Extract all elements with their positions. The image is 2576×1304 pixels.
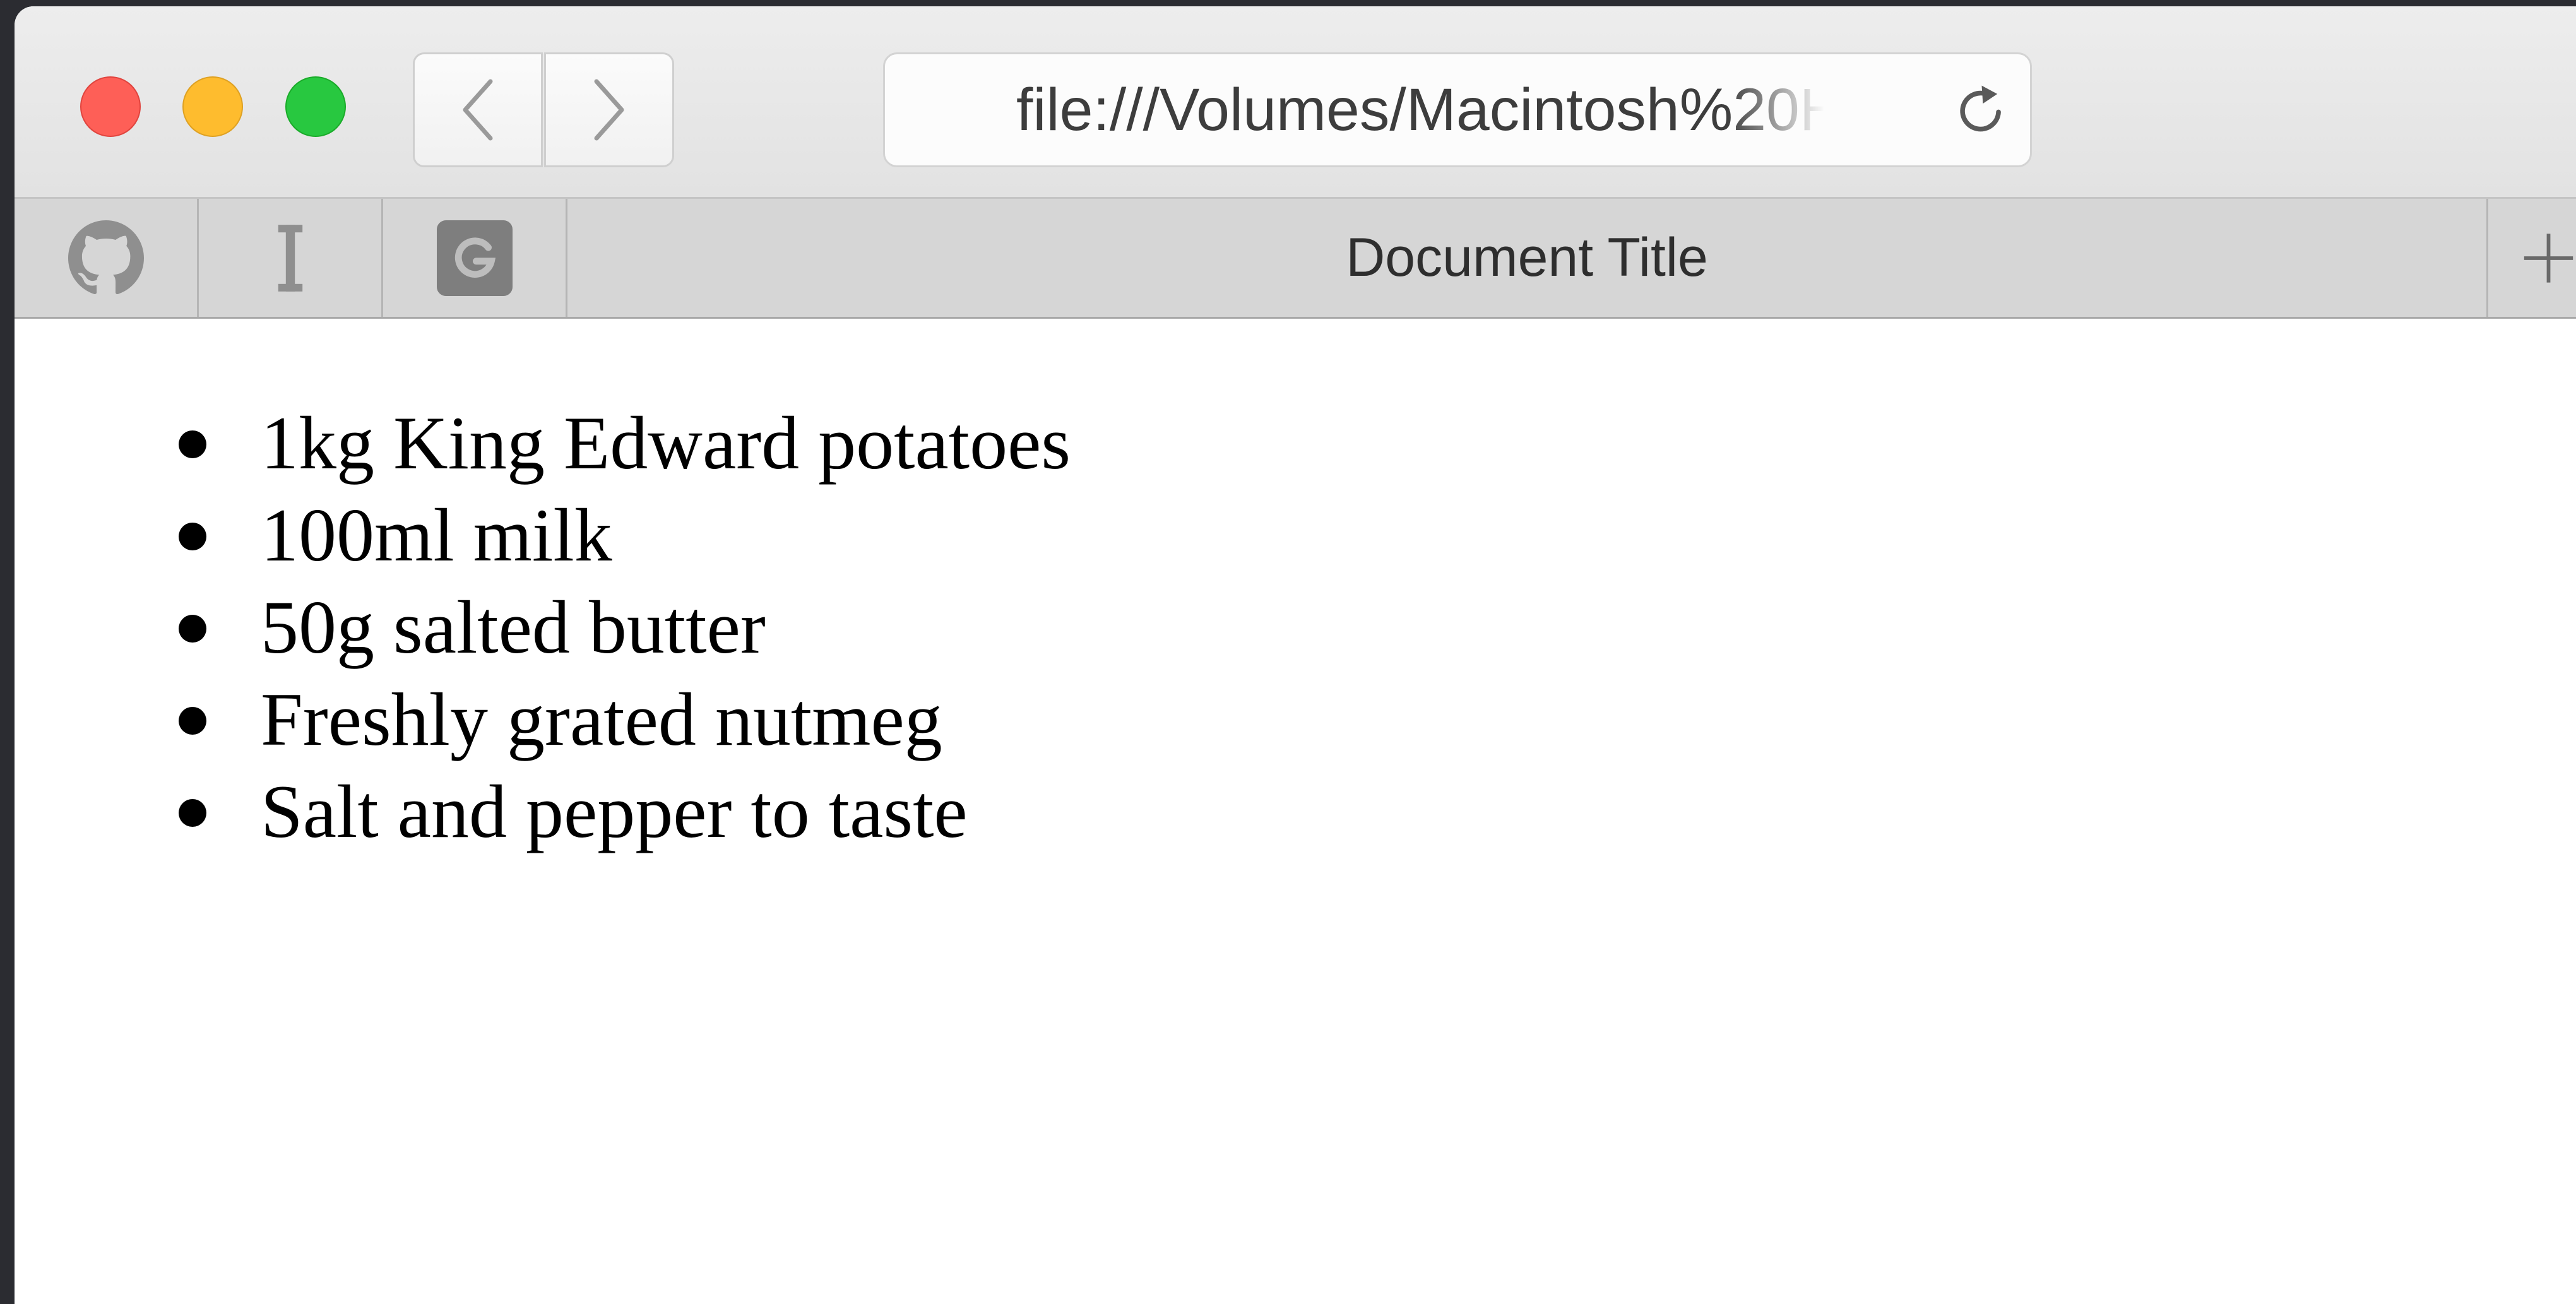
address-bar[interactable]: file:///Volumes/Macintosh%20H	[883, 52, 2032, 167]
list-item-text: Freshly grated nutmeg	[261, 677, 942, 761]
ingredients-list: 1kg King Edward potatoes 100ml milk 50g …	[179, 397, 1071, 858]
list-item-text: 50g salted butter	[261, 585, 766, 669]
list-item: 50g salted butter	[179, 581, 1071, 673]
close-window-button[interactable]	[80, 76, 141, 137]
bullet-icon	[179, 430, 206, 458]
bullet-icon	[179, 523, 206, 550]
plus-icon	[2524, 233, 2573, 283]
list-item-text: Salt and pepper to taste	[261, 769, 968, 853]
chevron-left-icon	[463, 79, 493, 141]
toolbar: file:///Volumes/Macintosh%20H	[15, 6, 2576, 199]
pinned-tab-github[interactable]	[15, 199, 199, 317]
back-button[interactable]	[413, 52, 543, 167]
tab-bar: Document Title	[15, 199, 2576, 319]
reload-icon[interactable]	[1952, 81, 2012, 141]
forward-button[interactable]	[544, 52, 674, 167]
minimize-window-button[interactable]	[182, 76, 243, 137]
list-item: Freshly grated nutmeg	[179, 673, 1071, 766]
bullet-icon	[179, 707, 206, 735]
bullet-icon	[179, 615, 206, 643]
url-text[interactable]: file:///Volumes/Macintosh%20H	[1016, 54, 1824, 165]
new-tab-button[interactable]	[2486, 199, 2576, 317]
chevron-right-icon	[594, 79, 624, 141]
list-item-text: 100ml milk	[261, 493, 612, 577]
maximize-window-button[interactable]	[285, 76, 346, 137]
list-item: 1kg King Edward potatoes	[179, 397, 1071, 489]
google-icon	[436, 220, 513, 296]
pinned-tab-google[interactable]	[383, 199, 567, 317]
list-item: 100ml milk	[179, 489, 1071, 581]
page-content: 1kg King Edward potatoes 100ml milk 50g …	[15, 319, 2576, 1304]
bullet-icon	[179, 799, 206, 827]
tab-document-title[interactable]: Document Title	[567, 199, 2486, 317]
browser-window: file:///Volumes/Macintosh%20H Document T…	[15, 6, 2576, 1304]
list-item: Salt and pepper to taste	[179, 766, 1071, 858]
github-icon	[68, 220, 144, 294]
text-cursor-icon	[278, 224, 302, 292]
pinned-tab-text[interactable]	[199, 199, 383, 317]
list-item-text: 1kg King Edward potatoes	[261, 401, 1071, 485]
